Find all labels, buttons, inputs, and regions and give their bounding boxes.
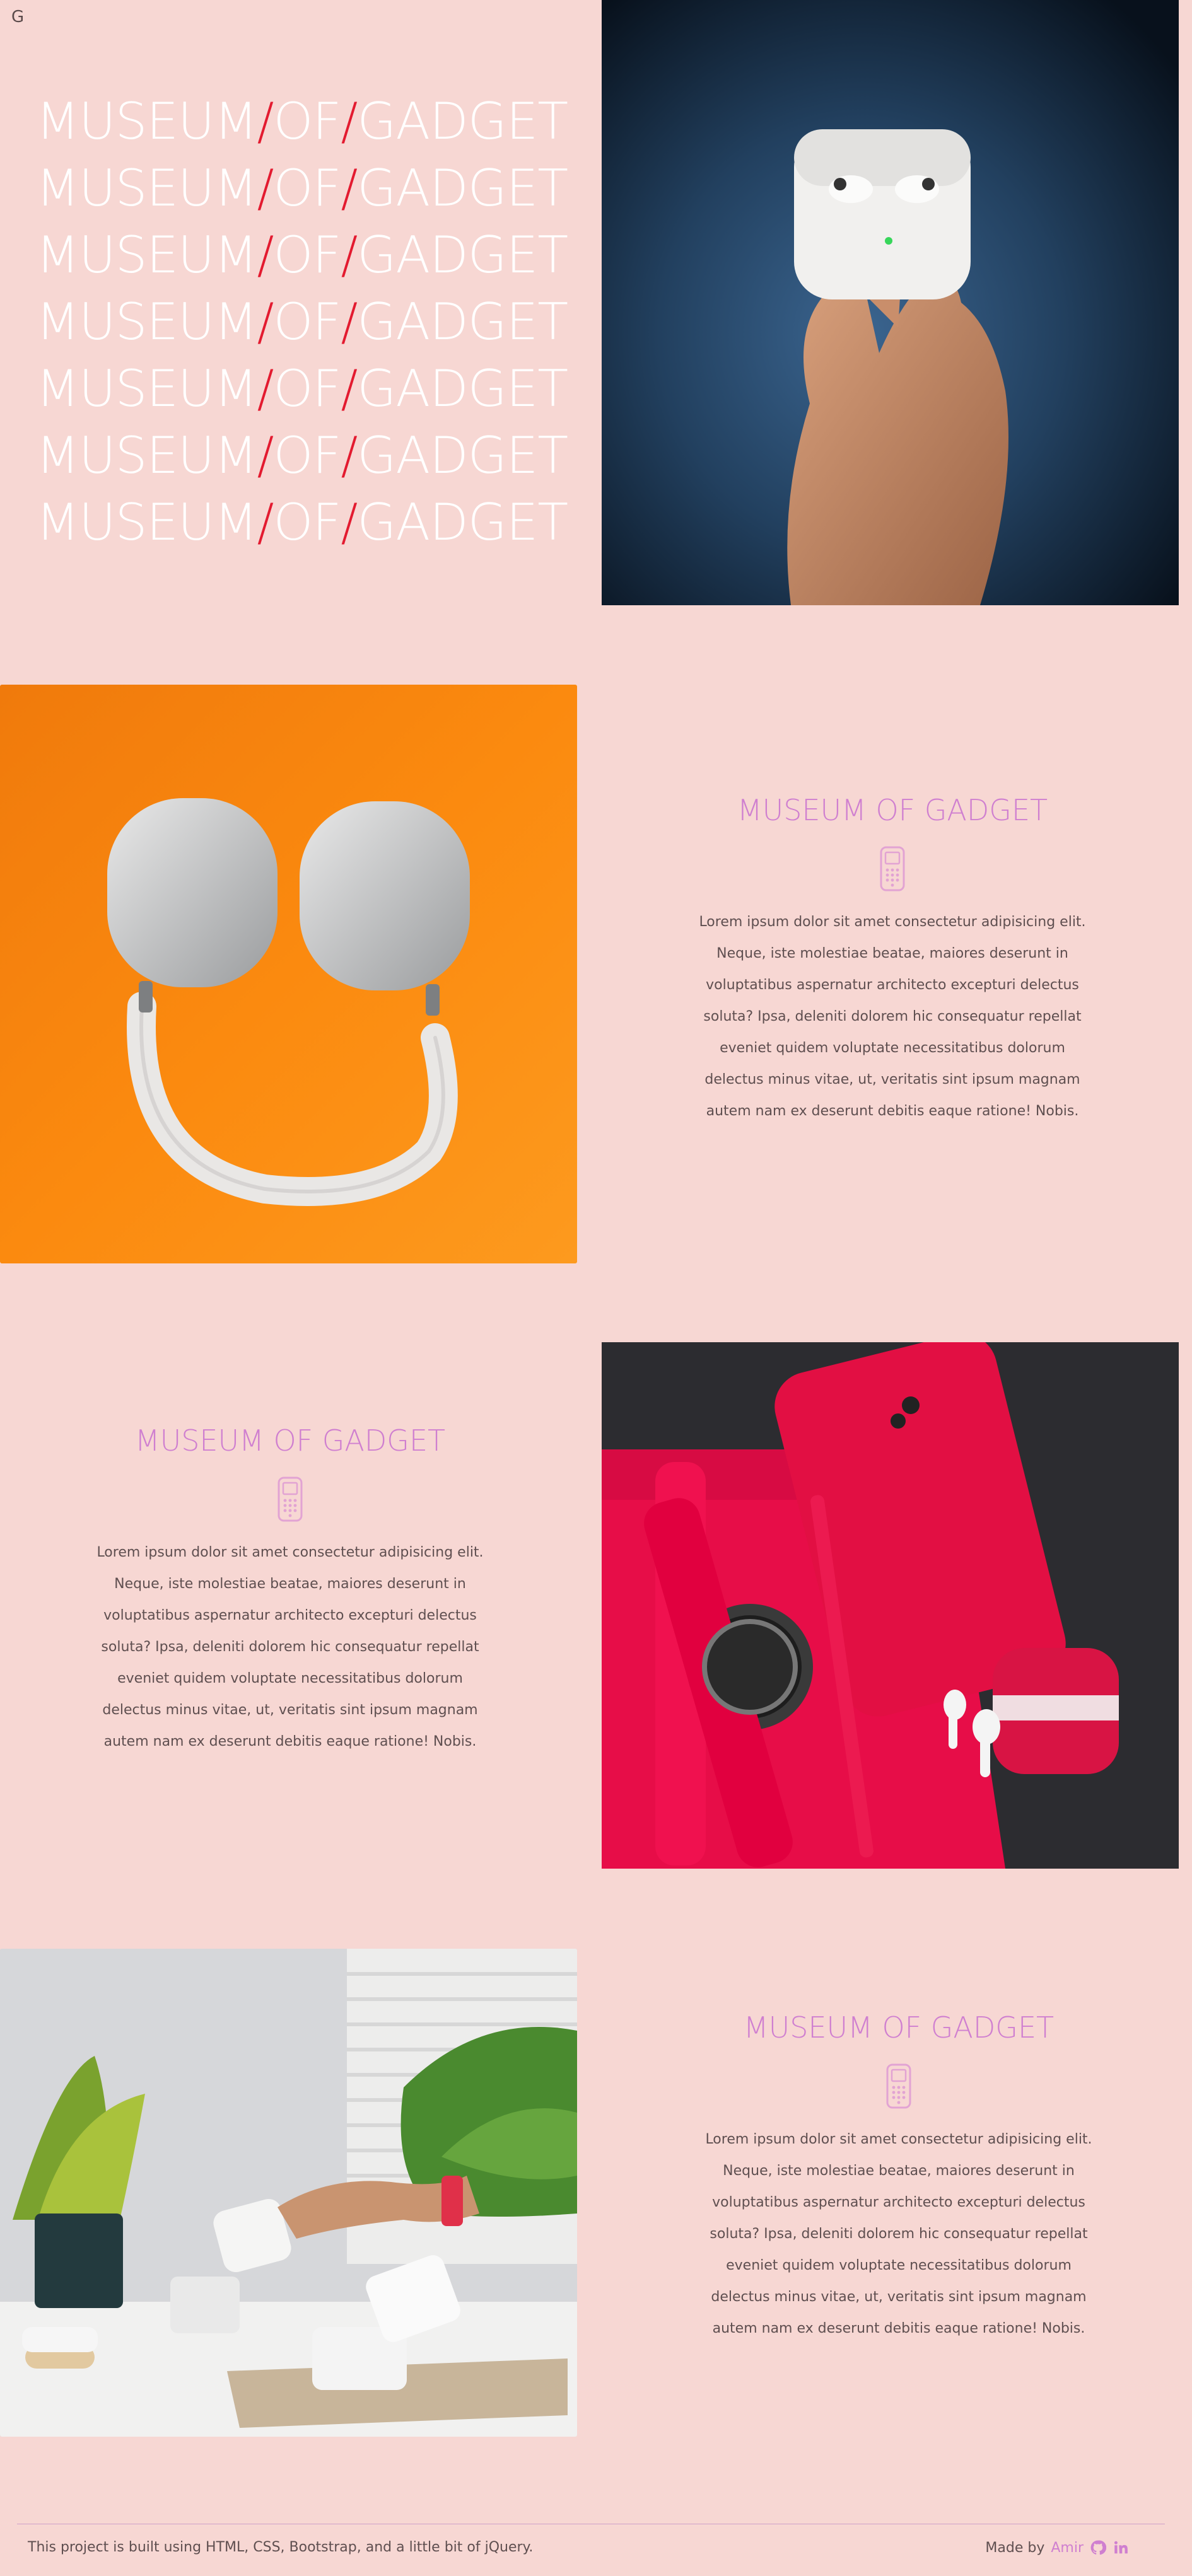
hero-slash: /: [257, 226, 274, 284]
hero-slash: /: [341, 293, 358, 351]
hero-slash: /: [257, 426, 274, 485]
smartphone-icon: [602, 1342, 1179, 1869]
airpods-icon: [602, 0, 1179, 605]
mobile-phone-icon: [278, 1477, 303, 1522]
hero-word-of: OF: [273, 493, 341, 552]
hero-word-gadget: GADGET: [357, 426, 568, 485]
hero-word-museum: MUSEUM: [36, 92, 257, 151]
hero-line: MUSEUM/OF/GADGET: [36, 356, 568, 422]
hero-word-gadget: GADGET: [357, 493, 568, 552]
hero-line: MUSEUM/OF/GADGET: [36, 155, 568, 222]
hero-slash: /: [257, 92, 274, 151]
mobile-phone-icon: [886, 2063, 911, 2109]
red-gadgets-photo: [602, 1342, 1179, 1869]
hero-word-museum: MUSEUM: [36, 493, 257, 552]
hero-line: MUSEUM/OF/GADGET: [36, 422, 568, 489]
made-by-label: Made by: [985, 2539, 1045, 2556]
hero-word-museum: MUSEUM: [36, 359, 257, 418]
hero-slash: /: [341, 92, 358, 151]
hero-slash: /: [257, 359, 274, 418]
hero-title-stack: MUSEUM/OF/GADGET MUSEUM/OF/GADGET MUSEUM…: [36, 88, 568, 556]
hero-slash: /: [257, 159, 274, 218]
airpods-max-photo: [0, 685, 577, 1263]
linkedin-icon[interactable]: [1113, 2539, 1129, 2556]
hero-word-of: OF: [273, 293, 341, 351]
mobile-phone-icon: [880, 846, 905, 891]
hero-word-museum: MUSEUM: [36, 159, 257, 218]
hero-word-gadget: GADGET: [357, 359, 568, 418]
headphones-icon: [107, 798, 470, 1206]
hero-slash: /: [257, 493, 274, 552]
hero-line: MUSEUM/OF/GADGET: [36, 489, 568, 556]
feature-section: MUSEUM OF GADGET Lorem ipsum dolor sit a…: [703, 2010, 1094, 2345]
hero-word-gadget: GADGET: [357, 159, 568, 218]
section-title: MUSEUM OF GADGET: [134, 1424, 446, 1458]
hero-word-museum: MUSEUM: [36, 426, 257, 485]
section-body: Lorem ipsum dolor sit amet consectetur a…: [96, 1545, 484, 1749]
hero-word-museum: MUSEUM: [36, 293, 257, 351]
footer-note: This project is built using HTML, CSS, B…: [28, 2539, 534, 2555]
hero-line: MUSEUM/OF/GADGET: [36, 289, 568, 356]
section-title: MUSEUM OF GADGET: [737, 793, 1048, 827]
hero-slash: /: [341, 159, 358, 218]
charger-photo: [0, 1949, 577, 2437]
author-link[interactable]: Amir: [1051, 2540, 1084, 2556]
hero-slash: /: [341, 226, 358, 284]
section-body: Lorem ipsum dolor sit amet consectetur a…: [699, 914, 1086, 1119]
airpods-pro-photo: [602, 0, 1179, 605]
hero-line: MUSEUM/OF/GADGET: [36, 222, 568, 289]
feature-section: MUSEUM OF GADGET Lorem ipsum dolor sit a…: [95, 1424, 486, 1758]
hero-slash: /: [341, 359, 358, 418]
hero-word-gadget: GADGET: [357, 293, 568, 351]
hero-word-of: OF: [273, 359, 341, 418]
hero-line: MUSEUM/OF/GADGET: [36, 88, 568, 155]
hero-word-gadget: GADGET: [357, 92, 568, 151]
corner-logo[interactable]: G: [11, 8, 24, 26]
feature-section: MUSEUM OF GADGET Lorem ipsum dolor sit a…: [697, 793, 1088, 1127]
section-body: Lorem ipsum dolor sit amet consectetur a…: [705, 2132, 1092, 2336]
hero-word-of: OF: [273, 159, 341, 218]
hero-slash: /: [341, 493, 358, 552]
power-adapter-icon: [0, 1949, 577, 2437]
hero-word-museum: MUSEUM: [36, 226, 257, 284]
hero-word-of: OF: [273, 426, 341, 485]
github-icon[interactable]: [1090, 2539, 1106, 2556]
hero-word-of: OF: [273, 92, 341, 151]
hero-word-gadget: GADGET: [357, 226, 568, 284]
hero-slash: /: [341, 426, 358, 485]
hero-word-of: OF: [273, 226, 341, 284]
hero-slash: /: [257, 293, 274, 351]
section-title: MUSEUM OF GADGET: [743, 2010, 1055, 2045]
footer-credits: Made by Amir: [985, 2539, 1129, 2556]
